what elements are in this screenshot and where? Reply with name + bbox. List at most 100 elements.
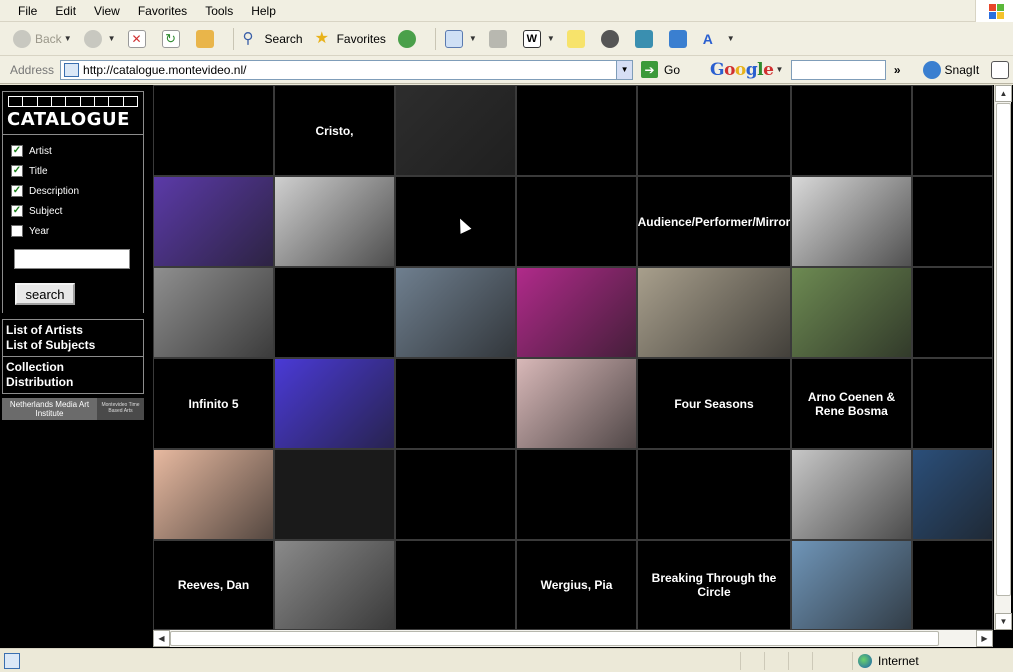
window-button[interactable] (666, 26, 694, 52)
grid-cell-thumbnail[interactable] (637, 267, 791, 358)
toolbar-divider (232, 27, 234, 50)
google-search-input[interactable] (791, 59, 886, 80)
grid-cell-thumbnail[interactable] (274, 358, 395, 449)
scroll-left-icon[interactable]: ◀ (153, 630, 170, 647)
vertical-scrollbar[interactable]: ▲ ▼ (994, 85, 1012, 630)
grid-cell-thumbnail[interactable] (791, 540, 912, 630)
menu-favorites[interactable]: Favorites (129, 4, 196, 18)
chevron-down-icon[interactable]: ▼ (547, 34, 555, 43)
grid-cell-title[interactable]: Arno Coenen & Rene Bosma (791, 358, 912, 449)
catalogue-logo[interactable]: CATALOGUE (2, 91, 144, 135)
filter-title[interactable]: ✓ Title (11, 161, 143, 181)
menu-view[interactable]: View (85, 4, 129, 18)
filter-subject[interactable]: ✓ Subject (11, 201, 143, 221)
home-button[interactable] (193, 26, 221, 52)
word-icon: W (522, 29, 541, 48)
horizontal-scroll-thumb[interactable] (170, 631, 939, 646)
chevron-down-icon[interactable]: ▼ (616, 60, 633, 79)
media-button[interactable] (395, 26, 423, 52)
chevron-down-icon[interactable]: ▼ (727, 34, 735, 43)
chevron-down-icon[interactable]: ▼ (64, 34, 72, 43)
checkbox-description[interactable]: ✓ (11, 185, 23, 197)
grid-cell-title[interactable]: Reeves, Dan (153, 540, 274, 630)
font-button[interactable]: A ▼ (700, 26, 738, 52)
filter-description[interactable]: ✓ Description (11, 181, 143, 201)
logo-text: CATALOGUE (7, 109, 130, 130)
go-button[interactable]: ➔ Go (641, 61, 680, 78)
research-button[interactable] (632, 26, 660, 52)
grid-cell-thumbnail[interactable] (153, 267, 274, 358)
grid-cell-empty (912, 540, 993, 630)
scroll-down-icon[interactable]: ▼ (995, 613, 1012, 630)
grid-cell-thumbnail[interactable] (516, 358, 637, 449)
favorites-button[interactable]: ★ Favorites (312, 26, 389, 52)
menu-file[interactable]: File (0, 4, 46, 18)
grid-cell-title[interactable]: Breaking Through the Circle (637, 540, 791, 630)
grid-cell-thumbnail[interactable] (274, 540, 395, 630)
search-button[interactable]: ⚲ Search (240, 26, 306, 52)
vertical-scroll-thumb[interactable] (996, 103, 1011, 596)
grid-cell-thumbnail[interactable] (912, 449, 993, 540)
chevron-down-icon[interactable]: ▼ (108, 34, 116, 43)
mail-button[interactable]: ▼ (442, 26, 480, 52)
grid-cell-thumbnail[interactable] (153, 176, 274, 267)
scroll-right-icon[interactable]: ▶ (976, 630, 993, 647)
grid-cell-label: Arno Coenen & Rene Bosma (807, 389, 896, 418)
filter-year[interactable]: Year (11, 221, 143, 241)
menu-tools[interactable]: Tools (196, 4, 242, 18)
menu-help[interactable]: Help (242, 4, 285, 18)
checkbox-title[interactable]: ✓ (11, 165, 23, 177)
edit-button[interactable]: W ▼ (520, 26, 558, 52)
chevron-down-icon[interactable]: ▼ (775, 65, 783, 74)
messenger-button[interactable] (598, 26, 626, 52)
grid-cell-title[interactable]: Four Seasons (637, 358, 791, 449)
grid-cell-empty (516, 176, 637, 267)
stop-button[interactable]: ✕ (125, 26, 153, 52)
grid-cell-thumbnail[interactable] (395, 267, 516, 358)
grid-cell-thumbnail[interactable] (791, 449, 912, 540)
grid-cell-thumbnail[interactable] (516, 267, 637, 358)
montevideo-logo[interactable]: Montevideo Time Based Arts (97, 398, 144, 420)
grid-cell-thumbnail[interactable] (274, 176, 395, 267)
catalogue-search-button[interactable]: search (15, 283, 75, 305)
nmai-logo[interactable]: Netherlands Media Art Institute (2, 398, 97, 420)
chevron-down-icon[interactable]: ▼ (469, 34, 477, 43)
mail-icon (444, 29, 463, 48)
snagit-capture-icon[interactable] (991, 60, 1009, 79)
grid-cell-thumbnail[interactable] (274, 449, 395, 540)
menu-edit[interactable]: Edit (46, 4, 85, 18)
grid-cell-empty (912, 358, 993, 449)
collection-link[interactable]: Collection (6, 360, 140, 375)
note-button[interactable] (564, 26, 592, 52)
grid-cell-thumbnail[interactable] (791, 267, 912, 358)
refresh-button[interactable]: ↻ (159, 26, 187, 52)
chevron-right-icon[interactable]: » (894, 63, 901, 77)
checkbox-artist[interactable]: ✓ (11, 145, 23, 157)
filter-label: Description (29, 185, 80, 197)
grid-cell-title[interactable]: Audience/Performer/Mirror (637, 176, 791, 267)
list-of-artists-link[interactable]: List of Artists (6, 323, 140, 338)
research-icon (634, 29, 653, 48)
horizontal-scrollbar[interactable]: ◀ ▶ (153, 630, 993, 647)
list-of-subjects-link[interactable]: List of Subjects (6, 338, 140, 353)
grid-cell-thumbnail[interactable] (153, 449, 274, 540)
checkbox-subject[interactable]: ✓ (11, 205, 23, 217)
security-zone: Internet (858, 653, 919, 669)
checkbox-year[interactable] (11, 225, 23, 237)
grid-cell-title[interactable]: Infinito 5 (153, 358, 274, 449)
grid-cell-title[interactable]: Cristo, (274, 85, 395, 176)
back-button[interactable]: Back ▼ (10, 26, 75, 52)
address-input[interactable]: http://catalogue.montevideo.nl/ ▼ (60, 59, 634, 80)
distribution-link[interactable]: Distribution (6, 375, 140, 390)
grid-cell-title[interactable]: Wergius, Pia (516, 540, 637, 630)
scroll-up-icon[interactable]: ▲ (995, 85, 1012, 102)
filter-artist[interactable]: ✓ Artist (11, 141, 143, 161)
snagit-button[interactable]: SnagIt (922, 60, 979, 79)
forward-button[interactable]: ▼ (81, 26, 119, 52)
print-button[interactable] (486, 26, 514, 52)
grid-cell-thumbnail[interactable] (791, 176, 912, 267)
grid-cell-thumbnail[interactable] (395, 85, 516, 176)
toolbar-divider (434, 27, 436, 50)
search-icon: ⚲ (242, 29, 254, 47)
catalogue-search-input[interactable] (14, 249, 130, 269)
